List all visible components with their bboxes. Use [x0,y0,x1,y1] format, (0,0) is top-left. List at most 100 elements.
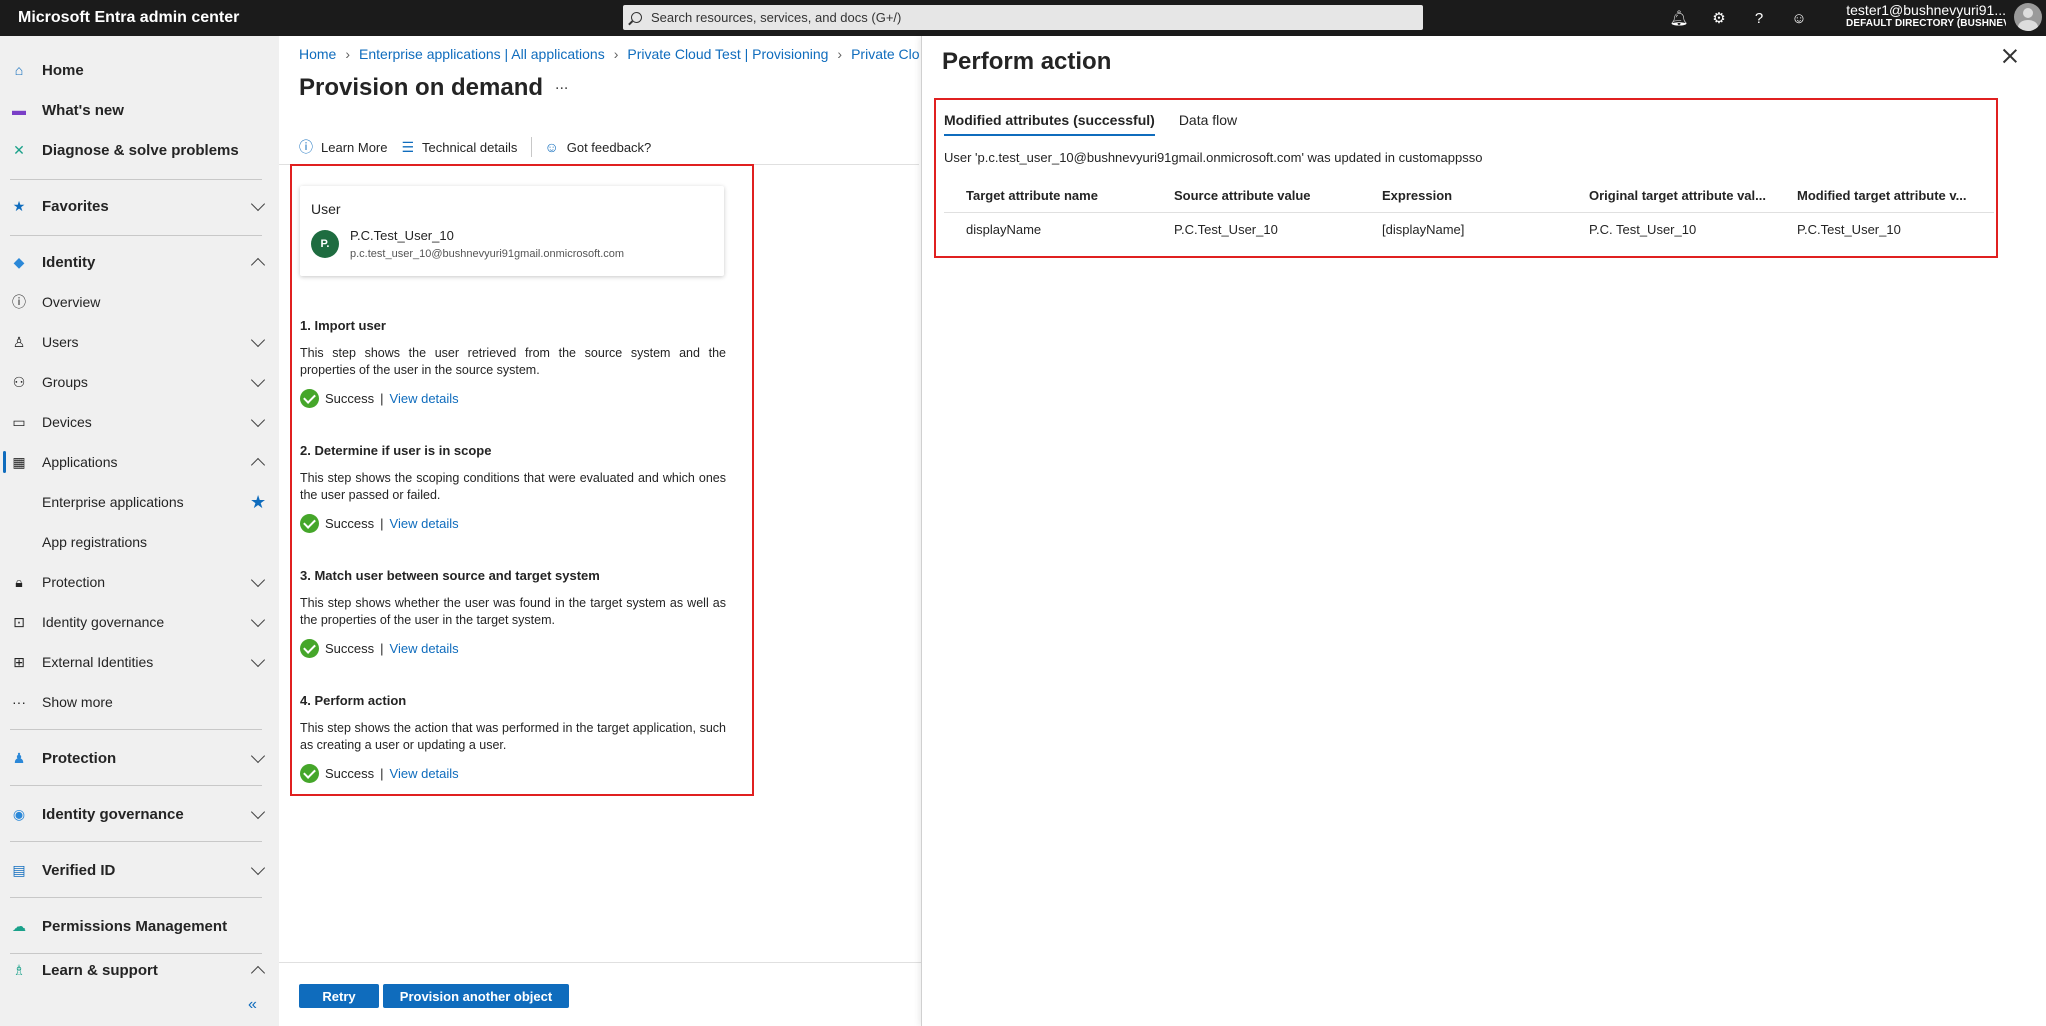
user-avatar[interactable] [2014,3,2042,31]
column-header[interactable]: Source attribute value [1152,180,1360,212]
feedback-button[interactable]: ☺ Got feedback? [544,139,651,155]
sidebar-item-permissions-management[interactable]: ☁ Permissions Management [0,908,279,944]
tab-modified-attributes[interactable]: Modified attributes (successful) [944,112,1155,136]
governance-icon: ⊡ [13,613,25,630]
learn-more-button[interactable]: ⓘ Learn More [299,137,387,157]
sidebar-item-label: External Identities [42,654,154,670]
attributes-table: Target attribute name Source attribute v… [944,180,1994,246]
divider [10,841,262,842]
sidebar-item-diagnose[interactable]: ✕ Diagnose & solve problems [0,132,279,168]
favorite-star-icon[interactable]: ★ [250,492,266,513]
sidebar: ⌂ Home ▬ What's new ✕ Diagnose & solve p… [0,36,279,1026]
column-header[interactable]: Expression [1360,180,1567,212]
view-details-link[interactable]: View details [390,516,459,531]
status-text: Success [325,766,375,781]
column-header[interactable]: Modified target attribute v... [1775,180,1994,212]
account-info[interactable]: tester1@bushnevyuri91... DEFAULT DIRECTO… [1846,2,2006,29]
collapse-sidebar-icon[interactable]: « [248,996,257,1014]
sidebar-item-show-more[interactable]: ··· Show more [0,684,279,720]
gear-icon[interactable]: ⚙ [1710,9,1728,27]
chevron-right-icon: › [837,46,843,62]
sidebar-item-label: Identity governance [42,805,184,823]
top-icons: 🔔︎ ⚙ ? ☺ [1669,0,1808,36]
sidebar-item-label: Applications [42,454,118,470]
more-options-button[interactable]: ... [555,76,568,94]
sidebar-item-label: Users [42,334,79,350]
sidebar-item-groups[interactable]: ⚇ Groups [0,364,279,400]
chevron-down-icon [251,375,265,389]
lock-icon: 🔒︎ [15,573,23,590]
sidebar-item-label: Show more [42,694,113,710]
sidebar-item-enterprise-applications[interactable]: Enterprise applications ★ [0,484,279,520]
table-cell: displayName [944,211,1152,246]
step-title: 4. Perform action [300,693,407,708]
breadcrumb-provisioning[interactable]: Private Cloud Test | Provisioning [627,46,828,62]
tab-data-flow[interactable]: Data flow [1179,112,1237,136]
chevron-down-icon [251,655,265,669]
sidebar-item-devices[interactable]: ▭ Devices [0,404,279,440]
sidebar-item-users[interactable]: ♙ Users [0,324,279,360]
sidebar-item-learn-support[interactable]: ♗ Learn & support [0,952,279,988]
chevron-up-icon [251,455,265,469]
step-title: 1. Import user [300,318,386,333]
chevron-down-icon [251,199,265,213]
help-icon[interactable]: ? [1750,9,1768,27]
technical-details-button[interactable]: ☰ Technical details [401,139,517,156]
provision-another-button[interactable]: Provision another object [383,984,569,1008]
sidebar-item-identity-governance[interactable]: ◉ Identity governance [0,796,279,832]
chevron-down-icon [251,575,265,589]
cloud-icon: ☁ [12,917,26,934]
sidebar-item-label: Permissions Management [42,917,228,935]
chevron-up-icon [251,963,265,977]
breadcrumb-enterprise-apps[interactable]: Enterprise applications | All applicatio… [359,46,605,62]
table-cell: [displayName] [1360,211,1567,246]
sidebar-item-applications[interactable]: ▦ Applications [0,444,279,480]
sidebar-item-identity-governance-sub[interactable]: ⊡ Identity governance [0,604,279,640]
status-text: Success [325,391,375,406]
sidebar-item-label: Groups [42,374,88,390]
table-row: displayName P.C.Test_User_10 [displayNam… [944,211,1994,246]
view-details-link[interactable]: View details [390,641,459,656]
column-header[interactable]: Original target attribute val... [1567,180,1775,212]
view-details-link[interactable]: View details [390,391,459,406]
sidebar-item-protection-sub[interactable]: 🔒︎ Protection [0,564,279,600]
feedback-icon: ☺ [544,139,559,155]
sidebar-item-label: Identity governance [42,614,165,630]
search-icon [631,12,642,23]
sidebar-item-external-identities[interactable]: ⊞ External Identities [0,644,279,680]
close-icon[interactable] [2002,48,2018,64]
chevron-down-icon [251,615,265,629]
more-icon: ··· [12,694,26,710]
sidebar-item-overview[interactable]: ⓘ Overview [0,284,279,320]
step-import-user: 1. Import user This step shows the user … [300,318,726,408]
sidebar-item-label: App registrations [42,534,148,550]
separator: | [380,516,384,531]
sidebar-item-favorites[interactable]: ★ Favorites [0,188,279,224]
status-text: Success [325,641,375,656]
user-icon: ♙ [12,333,26,350]
search-input[interactable]: Search resources, services, and docs (G+… [623,5,1423,30]
feedback-icon[interactable]: ☺ [1790,9,1808,27]
breadcrumb: Home › Enterprise applications | All app… [299,46,919,62]
sidebar-item-home[interactable]: ⌂ Home [0,52,279,88]
retry-button[interactable]: Retry [299,984,379,1008]
whats-new-icon: ▬ [12,102,26,118]
sidebar-item-app-registrations[interactable]: App registrations [0,524,279,560]
sidebar-item-label: Learn & support [42,961,158,979]
column-header[interactable]: Target attribute name [944,180,1152,212]
sidebar-item-verified-id[interactable]: ▤ Verified ID [0,852,279,888]
breadcrumb-home[interactable]: Home [299,46,336,62]
chevron-down-icon [251,415,265,429]
learn-icon: ♗ [12,961,26,978]
sidebar-item-identity[interactable]: ◆ Identity [0,244,279,280]
sidebar-item-protection[interactable]: ♟ Protection [0,740,279,776]
chevron-down-icon [251,863,265,877]
breadcrumb-private-cloud[interactable]: Private Cloud [851,46,919,62]
chevron-right-icon: › [345,46,351,62]
search-placeholder: Search resources, services, and docs (G+… [651,10,902,25]
step-title: 2. Determine if user is in scope [300,443,492,458]
view-details-link[interactable]: View details [390,766,459,781]
sidebar-item-whats-new[interactable]: ▬ What's new [0,92,279,128]
bell-icon[interactable]: 🔔︎ [1669,9,1688,27]
brand-title[interactable]: Microsoft Entra admin center [18,9,618,27]
